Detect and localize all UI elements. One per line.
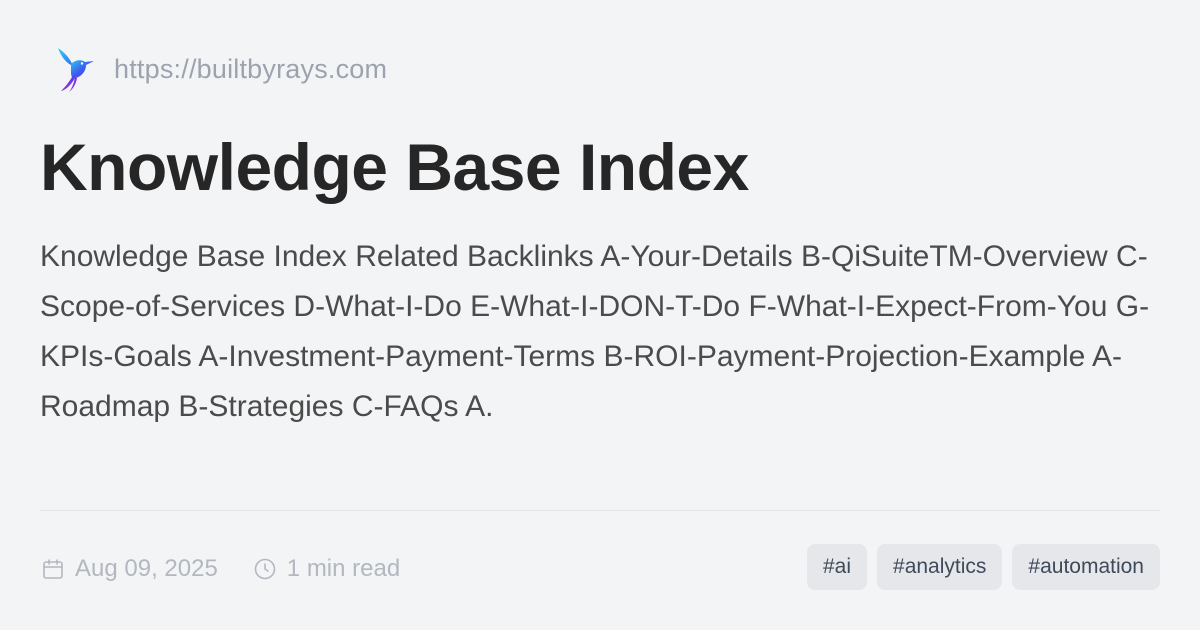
read-time: 1 min read	[252, 555, 400, 583]
calendar-icon	[40, 556, 66, 582]
post-date: Aug 09, 2025	[40, 555, 218, 583]
hummingbird-logo-icon[interactable]	[50, 44, 98, 94]
read-time-text: 1 min read	[286, 555, 401, 582]
post-date-text: Aug 09, 2025	[75, 555, 218, 582]
page-title: Knowledge Base Index	[40, 130, 749, 204]
post-description: Knowledge Base Index Related Backlinks A…	[40, 240, 1150, 423]
post-meta: Aug 09, 2025 1 min read	[40, 548, 400, 590]
site-header: https://builtbyrays.com	[50, 44, 387, 94]
tag-analytics[interactable]: #analytics	[877, 544, 1003, 590]
tag-list: #ai #analytics #automation	[806, 544, 1160, 590]
site-url[interactable]: https://builtbyrays.com	[114, 54, 387, 85]
divider	[40, 510, 1160, 511]
tag-ai[interactable]: #ai	[806, 544, 868, 590]
tag-automation[interactable]: #automation	[1012, 544, 1160, 590]
clock-icon	[252, 556, 278, 582]
